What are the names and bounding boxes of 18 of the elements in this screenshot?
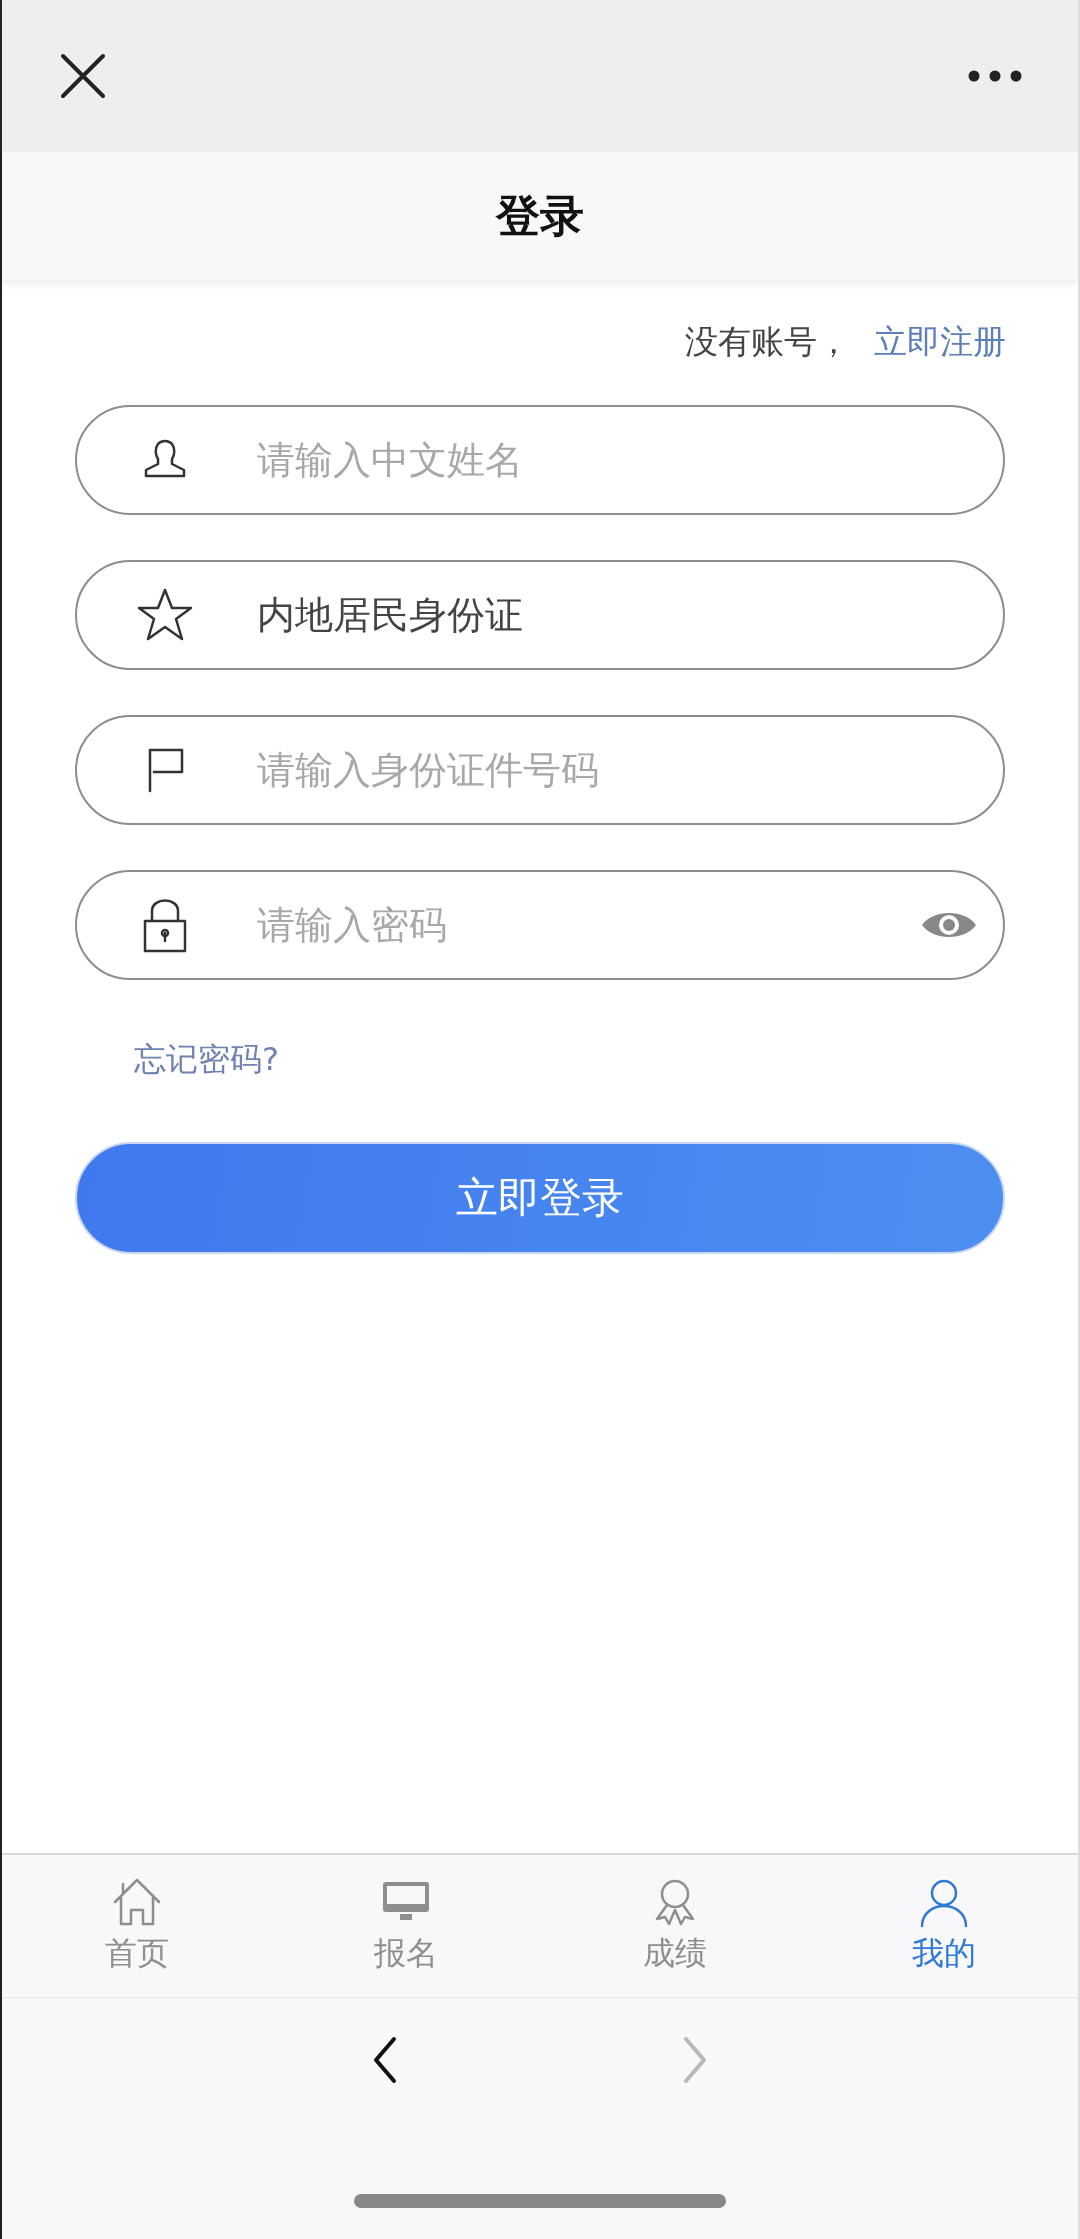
tab[interactable]: 报名 [271,1855,540,1997]
star-icon [136,587,194,643]
close-button[interactable] [60,53,106,99]
lock-icon [142,897,188,953]
input-field[interactable]: 请输入密码 [75,870,1005,980]
tab[interactable]: 成绩 [540,1855,809,1997]
login-button[interactable]: 立即登录 [75,1142,1005,1254]
flag-icon [146,747,184,793]
input-field[interactable]: 请输入身份证件号码 [75,715,1005,825]
register-prompt: 没有账号， [685,321,850,363]
input-field[interactable]: 请输入中文姓名 [75,405,1005,515]
forgot-password-link[interactable]: 忘记密码? [2,980,279,1082]
input-field[interactable]: 内地居民身份证 [75,560,1005,670]
tab[interactable]: 我的 [809,1855,1078,1997]
tab[interactable]: 首页 [2,1855,271,1997]
more-button[interactable] [968,70,1022,82]
register-link[interactable]: 立即注册 [874,320,1006,365]
page-title: 登录 [496,188,584,243]
